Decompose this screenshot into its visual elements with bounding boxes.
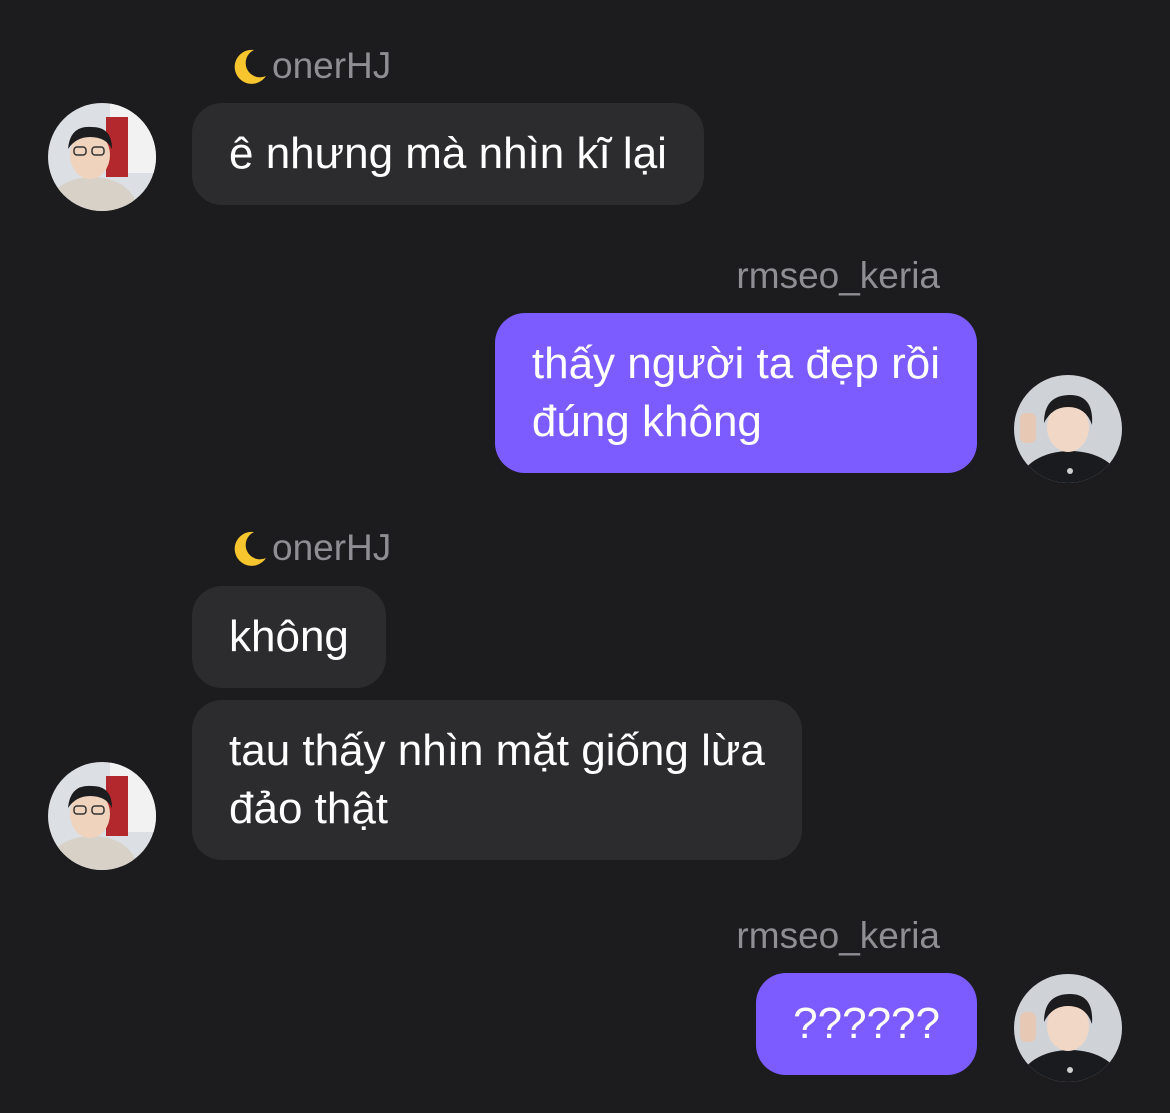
- avatar-rmseo-keria[interactable]: [1014, 974, 1122, 1082]
- avatar-photo: [1014, 974, 1122, 1082]
- sender-name-rmseo-keria[interactable]: rmseo_keria: [736, 254, 940, 298]
- sender-name-onerhj[interactable]: onerHJ: [230, 526, 391, 570]
- sender-name-label: onerHJ: [272, 527, 392, 568]
- sender-name-label: onerHJ: [272, 45, 392, 86]
- message-bubble-incoming[interactable]: tau thấy nhìn mặt giống lừa đảo thật: [192, 700, 802, 860]
- avatar-onerhj[interactable]: [48, 103, 156, 211]
- message-bubble-incoming[interactable]: không: [192, 586, 386, 688]
- avatar-onerhj[interactable]: [48, 762, 156, 870]
- avatar-photo: [48, 103, 156, 211]
- avatar-photo: [48, 762, 156, 870]
- sender-name-onerhj[interactable]: onerHJ: [230, 44, 391, 88]
- message-bubble-outgoing[interactable]: thấy người ta đẹp rồi đúng không: [494, 313, 977, 473]
- avatar-photo: [1014, 375, 1122, 483]
- message-bubble-outgoing[interactable]: ??????: [756, 973, 977, 1075]
- crescent-moon-icon: [234, 49, 266, 84]
- message-bubble-incoming[interactable]: ê nhưng mà nhìn kĩ lại: [192, 103, 704, 205]
- sender-name-rmseo-keria[interactable]: rmseo_keria: [736, 914, 940, 958]
- crescent-moon-icon: [234, 531, 266, 566]
- avatar-rmseo-keria[interactable]: [1014, 375, 1122, 483]
